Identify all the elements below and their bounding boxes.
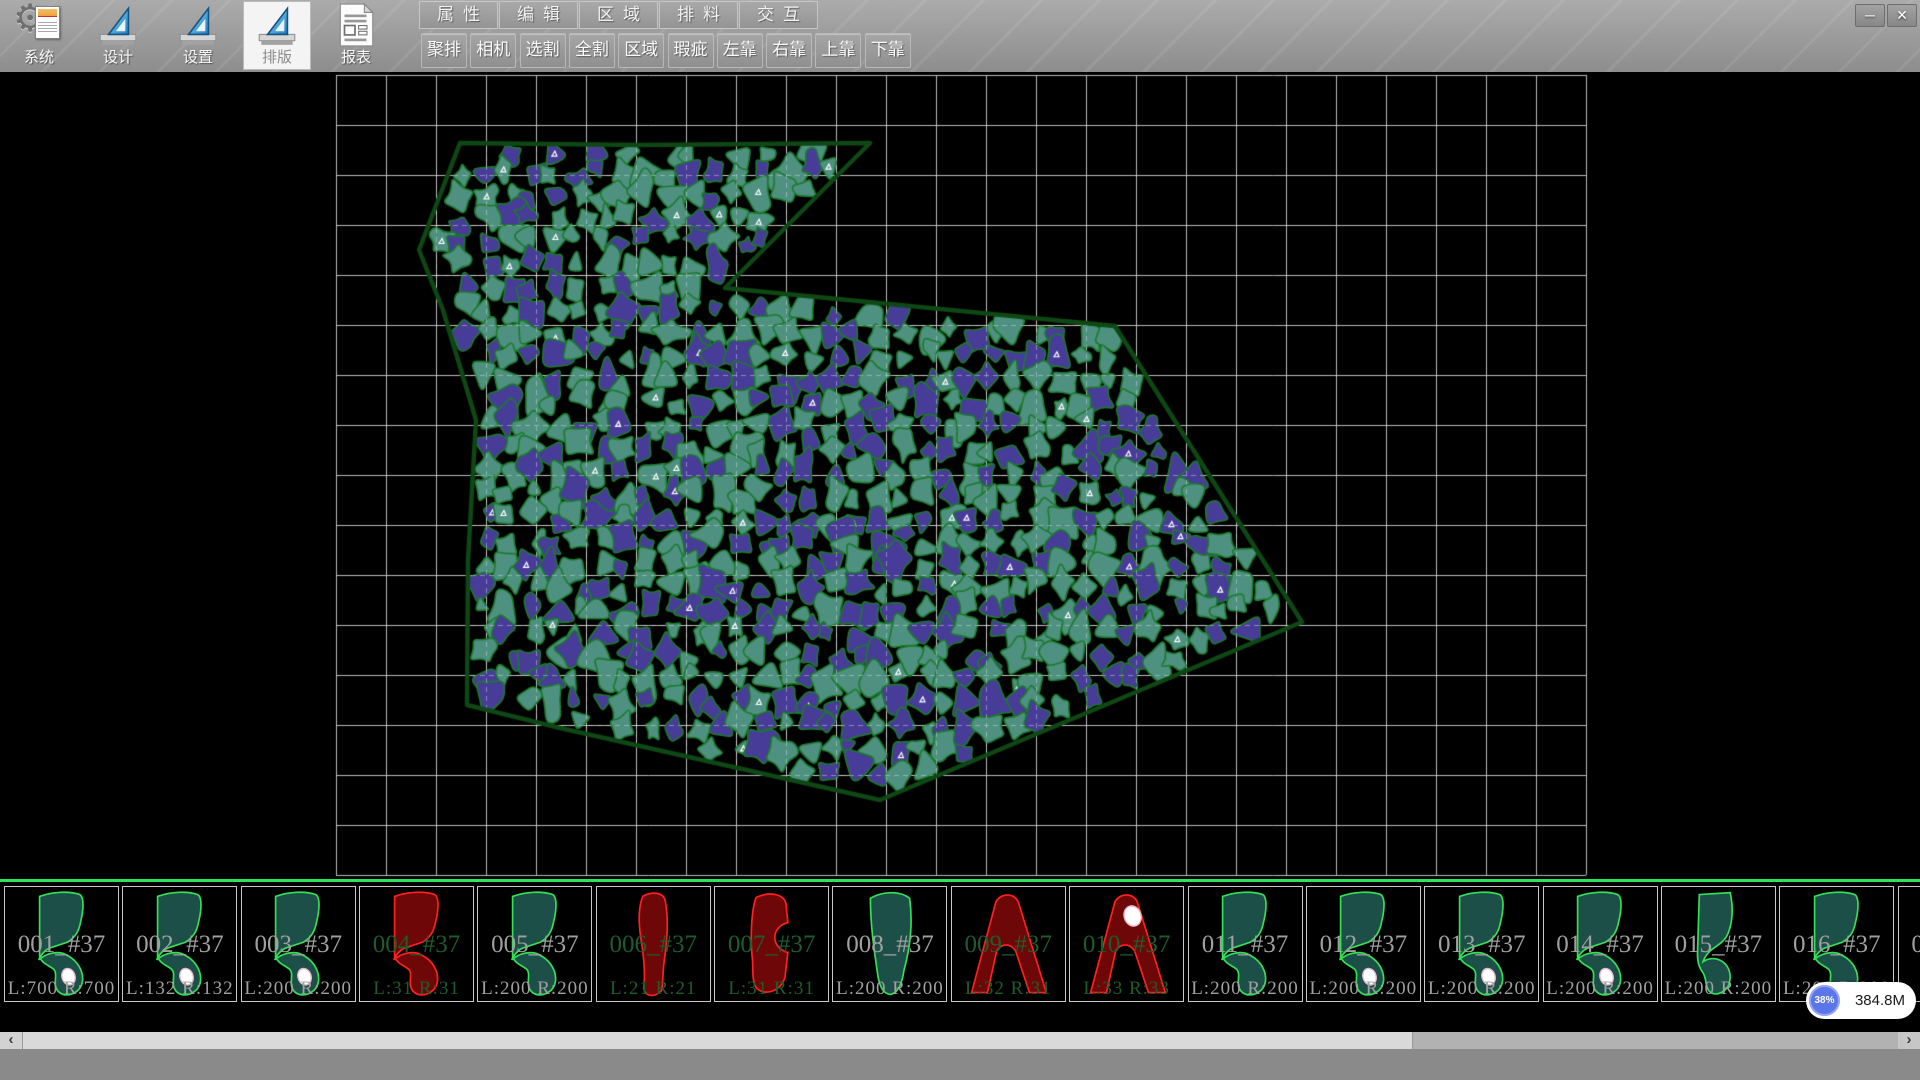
- main-button-5[interactable]: 报表: [322, 1, 390, 70]
- menu-tab-3[interactable]: 区域: [579, 1, 658, 29]
- main-button-4[interactable]: 排版: [243, 1, 311, 70]
- action-button-9[interactable]: 上靠: [815, 33, 861, 68]
- piece-name: 001_#37: [5, 931, 118, 959]
- piece-meta: L:200 R:200: [1662, 978, 1775, 1000]
- piece-name: 011_#37: [1189, 931, 1302, 959]
- triangle-ruler-icon: [254, 2, 300, 48]
- piece-meta: L:21 R:21: [597, 978, 710, 1000]
- strip-cell-009_#37[interactable]: 009_#37 L:32 R:31: [951, 886, 1066, 1002]
- piece-name: 016_#37: [1780, 931, 1893, 959]
- menu-tab-4[interactable]: 排料: [659, 1, 738, 29]
- strip-cell-013_#37[interactable]: 013_#37 L:200 R:200: [1424, 886, 1539, 1002]
- piece-name: 008_#37: [833, 931, 946, 959]
- piece-name: 002_#37: [123, 931, 236, 959]
- strip-cell-006_#37[interactable]: 006_#37 L:21 R:21: [596, 886, 711, 1002]
- piece-meta: L:31 R:31: [715, 978, 828, 1000]
- strip-cell-003_#37[interactable]: 003_#37 L:200 R:200: [241, 886, 356, 1002]
- strip-cell-012_#37[interactable]: 012_#37 L:200 R:200: [1306, 886, 1421, 1002]
- piece-meta: L:32 R:31: [952, 978, 1065, 1000]
- piece-name: 017_#37: [1899, 931, 1920, 959]
- piece-name: 010_#37: [1070, 931, 1183, 959]
- close-button[interactable]: ✕: [1887, 4, 1917, 27]
- gear-doc-icon: ⚙: [16, 2, 62, 48]
- action-button-4[interactable]: 全割: [569, 33, 615, 68]
- strip-cell-010_#37[interactable]: 010_#37 L:33 R:33: [1069, 886, 1184, 1002]
- piece-meta: L:200 R:200: [1544, 978, 1657, 1000]
- strip-cell-007_#37[interactable]: 007_#37 L:31 R:31: [714, 886, 829, 1002]
- main-button-label: 设计: [103, 48, 133, 68]
- triangle-ruler-icon: [175, 2, 221, 48]
- piece-meta: L:200 R:200: [242, 978, 355, 1000]
- piece-film-strip: 001_#37L:700 R:700002_#37L:132 R:132003_…: [0, 877, 1920, 1032]
- main-button-label: 排版: [262, 48, 292, 68]
- main-button-label: 报表: [341, 48, 371, 68]
- triangle-ruler-icon: [95, 2, 141, 48]
- report-doc-icon: [333, 2, 379, 48]
- progress-circle: 38%: [1809, 985, 1840, 1016]
- main-button-2[interactable]: 设计: [84, 1, 152, 70]
- main-button-1[interactable]: ⚙系统: [5, 1, 73, 70]
- piece-name: 006_#37: [597, 931, 710, 959]
- strip-cell-002_#37[interactable]: 002_#37 L:132 R:132: [122, 886, 237, 1002]
- minimize-button[interactable]: ─: [1855, 4, 1885, 27]
- piece-meta: L:200 R:200: [833, 978, 946, 1000]
- action-button-10[interactable]: 下靠: [865, 33, 911, 68]
- scrollbar-thumb[interactable]: [22, 1032, 1413, 1049]
- strip-cell-011_#37[interactable]: 011_#37 L:200 R:200: [1188, 886, 1303, 1002]
- action-button-2[interactable]: 相机: [470, 33, 516, 68]
- horizontal-scrollbar[interactable]: ‹ ›: [0, 1032, 1920, 1049]
- scroll-right-arrow[interactable]: ›: [1898, 1032, 1920, 1049]
- piece-name: 009_#37: [952, 931, 1065, 959]
- main-button-label: 系统: [24, 48, 54, 68]
- piece-meta: L:200 R:200: [1307, 978, 1420, 1000]
- menu-tab-5[interactable]: 交互: [739, 1, 818, 29]
- action-button-3[interactable]: 选割: [520, 33, 566, 68]
- memory-value: 384.8M: [1855, 982, 1905, 1019]
- piece-meta: L:700 R:700: [5, 978, 118, 1000]
- strip-cell-004_#37[interactable]: 004_#37 L:31 R:31: [359, 886, 474, 1002]
- piece-meta: L:200 R:200: [1425, 978, 1538, 1000]
- strip-cell-005_#37[interactable]: 005_#37 L:200 R:200: [477, 886, 592, 1002]
- action-button-5[interactable]: 区域: [618, 33, 664, 68]
- main-button-label: 设置: [183, 48, 213, 68]
- piece-meta: L:31 R:31: [360, 978, 473, 1000]
- piece-meta: L:33 R:33: [1070, 978, 1183, 1000]
- strip-cell-008_#37[interactable]: 008_#37 L:200 R:200: [832, 886, 947, 1002]
- strip-accent-line: [0, 879, 1920, 882]
- footer-bar: [0, 1049, 1920, 1080]
- memory-status-pill: 38% 384.8M: [1806, 982, 1916, 1019]
- nesting-canvas[interactable]: [0, 72, 1920, 877]
- scroll-left-arrow[interactable]: ‹: [0, 1032, 22, 1049]
- action-button-8[interactable]: 右靠: [766, 33, 812, 68]
- strip-cell-001_#37[interactable]: 001_#37 L:700 R:700: [4, 886, 119, 1002]
- piece-name: 014_#37: [1544, 931, 1657, 959]
- strip-cell-015_#37[interactable]: 015_#37 L:200 R:200: [1661, 886, 1776, 1002]
- piece-name: 013_#37: [1425, 931, 1538, 959]
- piece-name: 004_#37: [360, 931, 473, 959]
- piece-name: 003_#37: [242, 931, 355, 959]
- toolbar: ⚙系统设计设置排版报表 属性编辑区域排料交互 聚排相机选割全割区域瑕疵左靠右靠上…: [0, 0, 1920, 72]
- piece-meta: L:200 R:200: [478, 978, 591, 1000]
- piece-name: 012_#37: [1307, 931, 1420, 959]
- menu-tab-1[interactable]: 属性: [419, 1, 498, 29]
- menu-tab-2[interactable]: 编辑: [499, 1, 578, 29]
- piece-name: 005_#37: [478, 931, 591, 959]
- piece-name: 007_#37: [715, 931, 828, 959]
- main-button-3[interactable]: 设置: [164, 1, 232, 70]
- piece-name: 015_#37: [1662, 931, 1775, 959]
- strip-cell-014_#37[interactable]: 014_#37 L:200 R:200: [1543, 886, 1658, 1002]
- piece-meta: L:132 R:132: [123, 978, 236, 1000]
- action-button-1[interactable]: 聚排: [421, 33, 467, 68]
- piece-meta: L:200 R:200: [1189, 978, 1302, 1000]
- action-button-7[interactable]: 左靠: [717, 33, 763, 68]
- action-button-6[interactable]: 瑕疵: [668, 33, 714, 68]
